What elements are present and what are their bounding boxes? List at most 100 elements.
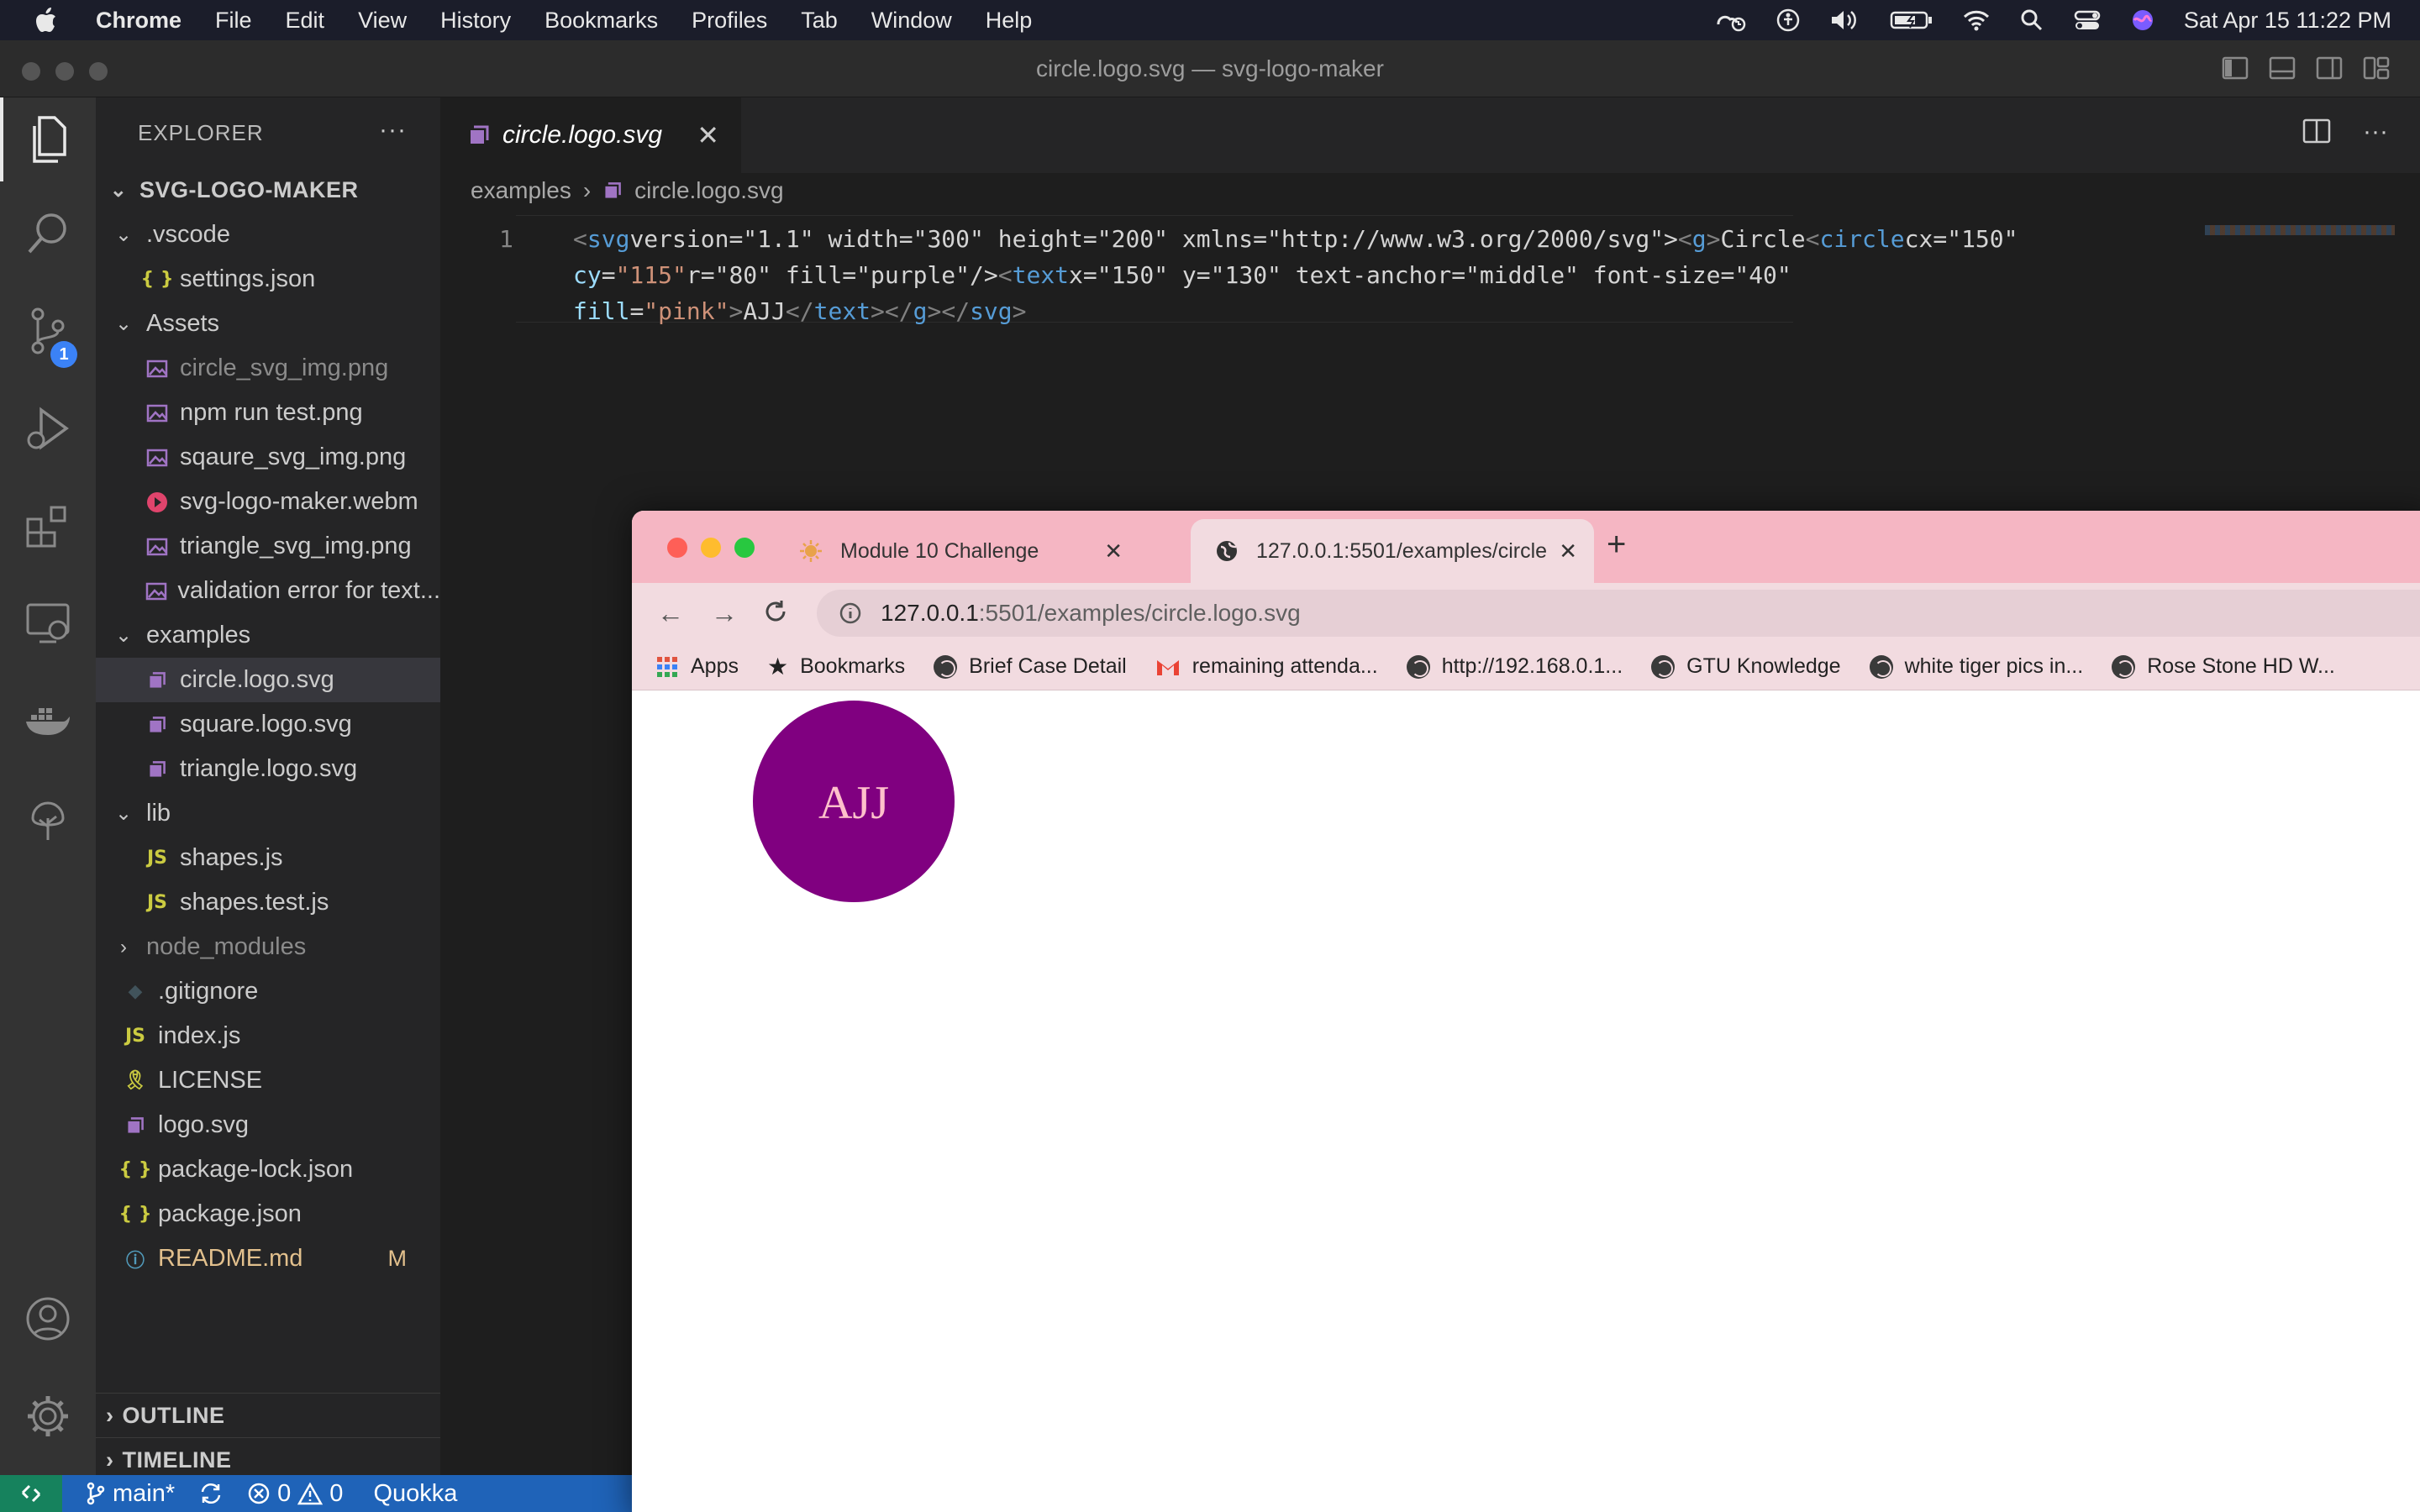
tree-item[interactable]: ⌄ examples	[96, 613, 440, 658]
git-branch-status[interactable]: main*	[86, 1480, 175, 1508]
customize-layout-icon[interactable]	[2363, 55, 2390, 81]
menu-view[interactable]: View	[341, 8, 424, 34]
screen-time-icon[interactable]	[1713, 8, 1747, 33]
chrome-tab-circle-svg[interactable]: 127.0.0.1:5501/examples/circle ✕	[1191, 519, 1594, 583]
minimap[interactable]	[2205, 225, 2395, 235]
manage-activity[interactable]	[0, 1374, 96, 1458]
accounts-activity[interactable]	[0, 1277, 96, 1361]
globe-icon	[2112, 654, 2136, 679]
new-tab-button[interactable]: +	[1607, 526, 1626, 564]
wifi-icon[interactable]	[1962, 8, 1991, 33]
sync-status[interactable]	[198, 1482, 224, 1505]
tree-item[interactable]: › node_modules	[96, 925, 440, 969]
chrome-zoom-window-button[interactable]	[734, 538, 755, 558]
tree-item[interactable]: circle.logo.svg	[96, 658, 440, 702]
tree-item[interactable]: { } package-lock.json	[96, 1147, 440, 1192]
tree-item[interactable]: { } package.json	[96, 1192, 440, 1236]
globe-favicon-icon	[1214, 538, 1239, 564]
bookmark-gtu-knowledge[interactable]: GTU Knowledge	[1651, 654, 1841, 679]
tree-item[interactable]: ◆ .gitignore	[96, 969, 440, 1014]
tree-item[interactable]: triangle.logo.svg	[96, 747, 440, 791]
control-center-icon[interactable]	[2073, 8, 2102, 33]
docker-activity[interactable]	[0, 679, 96, 763]
tree-item-label: npm run test.png	[180, 399, 363, 426]
menu-tab[interactable]: Tab	[784, 8, 855, 34]
tree-item[interactable]: circle_svg_img.png	[96, 346, 440, 391]
chrome-close-window-button[interactable]	[667, 538, 687, 558]
tree-item[interactable]: svg-logo-maker.webm	[96, 480, 440, 524]
menu-window[interactable]: Window	[855, 8, 969, 34]
chevron-right-icon: ›	[120, 935, 127, 958]
tree-item[interactable]: JS shapes.test.js	[96, 880, 440, 925]
bookmark-rose-stone[interactable]: Rose Stone HD W...	[2112, 654, 2335, 679]
battery-icon[interactable]	[1890, 8, 1933, 33]
tree-item[interactable]: sqaure_svg_img.png	[96, 435, 440, 480]
tree-item[interactable]: JS shapes.js	[96, 836, 440, 880]
close-tab-icon[interactable]: ✕	[1104, 538, 1123, 564]
tree-item[interactable]: { } settings.json	[96, 257, 440, 302]
code-editor[interactable]: 1 <svgversion="1.1" width="300" height="…	[440, 208, 2420, 561]
toggle-panel-icon[interactable]	[2269, 55, 2296, 81]
menu-help[interactable]: Help	[969, 8, 1050, 34]
editor-tab-circle-logo[interactable]: circle.logo.svg ✕	[440, 97, 741, 173]
tree-item[interactable]: validation error for text...	[96, 569, 440, 613]
chrome-tab-module-10[interactable]: Module 10 Challenge ✕	[798, 519, 1123, 583]
breadcrumb-folder[interactable]: examples	[471, 177, 571, 204]
split-editor-icon[interactable]	[2302, 118, 2331, 144]
tree-item[interactable]: ⌄ .vscode	[96, 213, 440, 257]
tree-item[interactable]: ⌄ lib	[96, 791, 440, 836]
explorer-activity[interactable]	[0, 97, 96, 181]
info-file-icon: ⓘ	[125, 1250, 145, 1272]
tree-item[interactable]: logo.svg	[96, 1103, 440, 1147]
files-icon	[33, 116, 66, 163]
globe-icon	[1651, 654, 1676, 679]
menu-bookmarks[interactable]: Bookmarks	[528, 8, 675, 34]
menu-profiles[interactable]: Profiles	[675, 8, 784, 34]
outline-section[interactable]: › OUTLINE	[96, 1393, 440, 1437]
close-tab-icon[interactable]: ✕	[1559, 538, 1577, 564]
breadcrumb-file[interactable]: circle.logo.svg	[634, 177, 783, 204]
tree-item[interactable]: ⌄ Assets	[96, 302, 440, 346]
editor-more-actions-icon[interactable]: ···	[2363, 118, 2388, 146]
git-modified-marker: M	[387, 1246, 408, 1271]
tree-item[interactable]: npm run test.png	[96, 391, 440, 435]
logo-text: AJJ	[818, 777, 889, 829]
chrome-minimize-window-button[interactable]	[701, 538, 721, 558]
menubar-clock[interactable]: Sat Apr 15 11:22 PM	[2184, 8, 2391, 34]
toggle-primary-sidebar-icon[interactable]	[2222, 55, 2249, 81]
remote-indicator[interactable]	[0, 1475, 62, 1512]
siri-icon[interactable]	[2130, 8, 2155, 33]
quokka-status[interactable]: Quokka	[373, 1480, 457, 1508]
search-activity[interactable]	[0, 192, 96, 276]
problems-status[interactable]: 0 0	[247, 1480, 343, 1508]
tree-item[interactable]: triangle_svg_img.png	[96, 524, 440, 569]
source-control-activity[interactable]: 1	[0, 289, 96, 373]
chevron-down-icon: ⌄	[109, 179, 128, 202]
spotlight-search-icon[interactable]	[2019, 8, 2044, 33]
extensions-activity[interactable]	[0, 484, 96, 568]
remote-explorer-activity[interactable]	[0, 581, 96, 665]
bookmark-white-tiger[interactable]: white tiger pics in...	[1869, 654, 2083, 679]
bookmark-remaining-attendance[interactable]: remaining attenda...	[1155, 654, 1378, 679]
menu-edit[interactable]: Edit	[269, 8, 342, 34]
toggle-secondary-sidebar-icon[interactable]	[2316, 55, 2343, 81]
tree-item[interactable]: JS index.js	[96, 1014, 440, 1058]
tree-item[interactable]: 🎗 LICENSE	[96, 1058, 440, 1103]
close-tab-icon[interactable]: ✕	[697, 119, 719, 151]
tree-item[interactable]: square.logo.svg	[96, 702, 440, 747]
project-root-folder[interactable]: ⌄ SVG-LOGO-MAKER	[96, 168, 440, 213]
js-file-icon: JS	[146, 848, 168, 869]
tree-item[interactable]: ⓘ README.md M	[96, 1236, 440, 1281]
bookmark-local-ip[interactable]: http://192.168.0.1...	[1406, 654, 1623, 679]
tree-item-label: node_modules	[146, 933, 307, 960]
js-file-icon: JS	[146, 892, 168, 913]
apple-menu-icon[interactable]	[0, 8, 92, 33]
menu-file[interactable]: File	[198, 8, 269, 34]
accessibility-icon[interactable]	[1776, 8, 1801, 33]
volume-icon[interactable]	[1829, 8, 1861, 33]
explorer-more-actions-icon[interactable]: ···	[379, 116, 407, 144]
run-debug-activity[interactable]	[0, 386, 96, 470]
menu-app-chrome[interactable]: Chrome	[92, 8, 198, 34]
menu-history[interactable]: History	[424, 8, 528, 34]
tree-view-activity[interactable]	[0, 776, 96, 860]
